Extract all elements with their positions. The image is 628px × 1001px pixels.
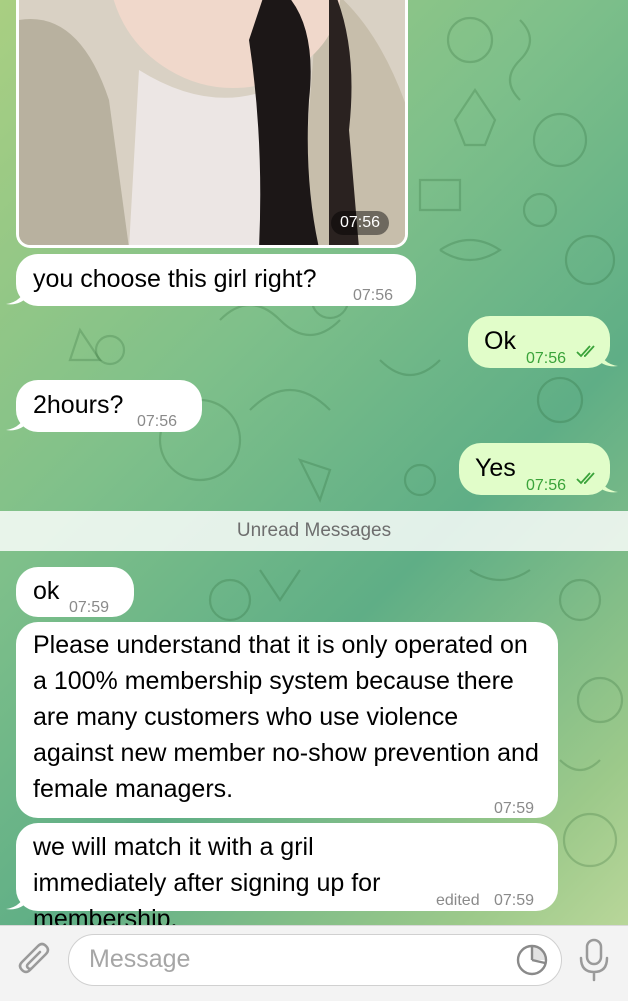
message-time: 07:56 [526, 350, 567, 367]
message-text: 2hours? [33, 391, 124, 419]
unread-messages-divider: Unread Messages [0, 511, 628, 551]
double-check-icon [576, 472, 595, 485]
message-text: Ok [484, 327, 516, 355]
microphone-icon[interactable] [576, 938, 612, 982]
photo-timestamp: 07:56 [330, 211, 389, 235]
message-input[interactable]: Message [68, 934, 562, 986]
message-bubble[interactable]: Yes 07:56 [459, 443, 610, 495]
photo-message[interactable]: 07:56 [16, 0, 408, 248]
message-composer: Message [0, 925, 628, 1001]
message-time: 07:59 [494, 892, 535, 909]
message-bubble[interactable]: we will match it with a gril immediately… [16, 823, 558, 933]
message-text: ok [33, 577, 60, 605]
message-text: Yes [475, 454, 516, 482]
message-text: you choose this girl right? [33, 265, 317, 293]
message-time: 07:56 [353, 287, 394, 304]
message-bubble[interactable]: 2hours? 07:56 [16, 380, 202, 432]
sticker-icon[interactable] [515, 943, 549, 977]
chat-area[interactable]: 07:56 you choose this girl right? 07:56 … [0, 0, 628, 933]
message-bubble[interactable]: Please understand that it is only operat… [16, 622, 558, 818]
message-time: 07:59 [69, 599, 110, 616]
message-placeholder: Message [89, 945, 191, 973]
message-bubble[interactable]: Ok 07:56 [468, 316, 610, 368]
message-text: Please understand that it is only operat… [33, 631, 539, 803]
paperclip-icon[interactable] [14, 942, 54, 982]
double-check-icon [576, 345, 595, 358]
message-edited-label: edited [436, 892, 480, 909]
message-time: 07:56 [137, 413, 178, 430]
message-text: we will match it with a gril immediately… [33, 833, 381, 933]
message-time: 07:59 [494, 800, 535, 817]
message-bubble[interactable]: you choose this girl right? 07:56 [16, 254, 416, 306]
message-bubble[interactable]: ok 07:59 [16, 567, 134, 617]
message-time: 07:56 [526, 477, 567, 494]
